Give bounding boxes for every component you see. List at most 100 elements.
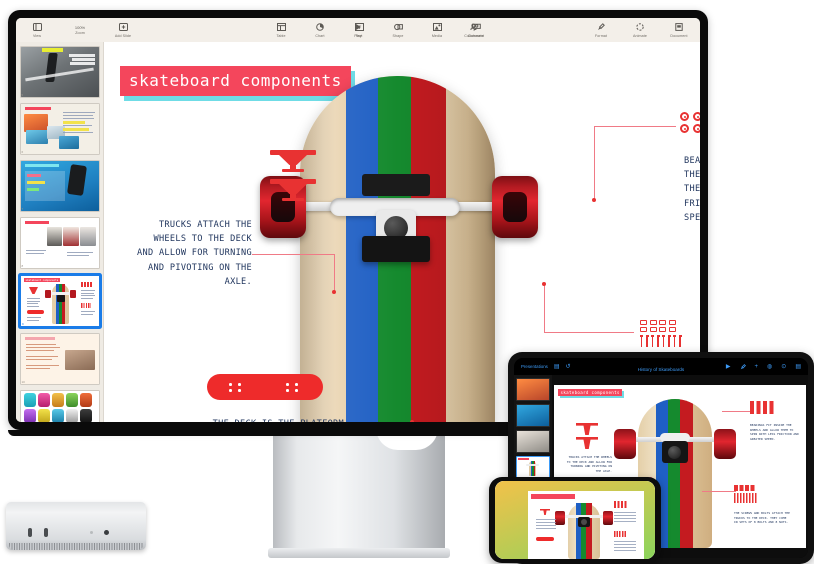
iphone-wheel-right [603,511,613,525]
text-icon: T [354,22,365,33]
trucks-callout-text: TRUCKS ATTACH THE WHEELS TO THE DECK AND… [137,220,252,287]
ipad-stripe-green [668,399,680,548]
media-button[interactable]: Media [424,22,450,38]
bearings-leader-line [594,126,676,127]
ipad-slide-thumbnail[interactable] [516,430,550,453]
format-button[interactable]: Format [588,22,614,38]
slide-thumbnail[interactable]: 5 [19,46,100,98]
sd-card-slot [104,530,109,535]
more-icon[interactable]: ⊙ [781,364,786,370]
trucks-leader-line [252,254,334,255]
animate-button[interactable]: Animate [627,22,653,38]
format-brush-icon [596,22,607,33]
view-button[interactable]: View [24,22,50,38]
thumb-bolts-icon [81,303,91,308]
thumb-art-gear [20,218,99,268]
collaborate-button[interactable]: Collaborate [454,22,494,38]
bolt-icon [640,334,643,347]
bearings-icon-group [680,112,700,136]
iphone-slide-navigator[interactable] [495,481,655,559]
screws-leader-dot [542,282,546,286]
nut-row [640,320,682,325]
nut-icon [649,326,657,332]
document-label: Document [670,34,688,39]
slide-thumbnail[interactable]: 6 [19,103,100,155]
iphone-device: Presentations ↺ ▶ + ◍ ⊙ ▤ [489,477,661,563]
undo-icon[interactable]: ↺ [566,364,571,370]
thumb-text-block [69,62,96,65]
thumb-text-block [72,58,96,61]
document-button[interactable]: Document [666,22,692,39]
deck-icon-group [207,374,323,400]
bolt-icon [656,334,660,347]
ipad-leader-line [722,411,750,412]
chart-label: Chart [315,34,325,39]
iphone-slide-canvas[interactable] [528,491,644,559]
thumb-art-gallery [20,391,99,422]
deck-icon [207,374,323,400]
nut-icon [649,320,657,325]
zoom-control[interactable]: 100% Zoom [63,25,97,36]
truck-icon [270,150,316,174]
iphone-slide-thumbnail[interactable] [495,481,655,559]
truck-icon-foot [282,169,304,172]
thumb-art-collage [20,104,99,154]
thumb-line [81,311,95,312]
skateboard-illustration[interactable] [260,76,538,422]
document-icon[interactable]: ▤ [795,364,801,370]
play-icon[interactable]: ▶ [726,364,731,370]
slide-thumbnail[interactable]: 8 [19,217,100,269]
ipad-slide-thumbnail-selected[interactable] [516,456,550,479]
ipad-truck-icon [576,423,598,435]
text-button[interactable]: T Text [346,22,372,38]
iphone-text-lines [614,541,636,551]
insert-icon[interactable]: + [755,364,759,370]
ipad-nav-left: Presentations ▤ ↺ [521,364,571,370]
slide-thumbnail[interactable]: 7 [19,160,100,212]
thumb-art-timeline [20,161,99,211]
thumb-title-bar [24,337,55,340]
truck-baseplate-top [362,174,430,196]
chart-button[interactable]: Chart [307,22,333,39]
thumb-photo [62,227,79,246]
slide-navigator[interactable]: 5 6 7 8 skateboard components 9 10 [16,42,104,422]
iphone-slide-area [517,491,655,559]
iphone-deck [568,503,600,559]
thumb-highlight [26,181,45,184]
usb-c-port-1 [28,528,32,537]
format-brush-icon[interactable] [740,363,746,370]
iphone-title-bar [531,494,575,499]
thumb-line [81,297,93,299]
collaborate-icon[interactable]: ◍ [767,364,772,370]
thumb-slide-title: skateboard components [24,278,60,282]
bolt-icon [662,334,665,347]
sidebar-toggle-icon[interactable]: ▤ [554,364,560,370]
add-slide-icon [118,22,129,33]
shape-button[interactable]: Shape [385,22,411,38]
bolts-icon-group [640,320,682,347]
thumb-art-article [20,334,99,384]
ipad-screws-callout: THE SCREWS AND BOLTS ATTACH THE TRUCKS T… [734,511,790,524]
table-button[interactable]: Table [268,22,294,38]
thumb-highlight-bar [42,48,63,52]
truck-icon-group [270,150,316,208]
ipad-trucks-callout: TRUCKS ATTACH THE WHEELS TO THE DECK AND… [566,455,612,473]
trucks-leader-line-v [334,254,335,292]
bearing-icon [680,124,689,133]
ipad-presentations-link[interactable]: Presentations [521,364,548,369]
bearing-icon [680,112,689,121]
thumb-axle [526,464,539,466]
slide-thumbnail[interactable]: 11 [19,390,100,422]
add-slide-button[interactable]: Add Slide [110,22,136,38]
ipad-slide-thumbnail[interactable] [516,404,550,427]
deck-leader-dot [410,420,414,422]
ipad-stripe-red [680,399,693,548]
slide-thumbnail-selected[interactable]: skateboard components 9 [19,274,101,328]
thumb-deck-icon [27,310,44,314]
slide-thumbnail[interactable]: 10 [19,333,100,385]
thumb-board [37,393,50,407]
iphone-bolts-icon [614,531,626,537]
ipad-slide-thumbnail[interactable] [516,378,550,401]
thumb-title-bar [24,107,51,110]
thumb-board [51,393,64,407]
